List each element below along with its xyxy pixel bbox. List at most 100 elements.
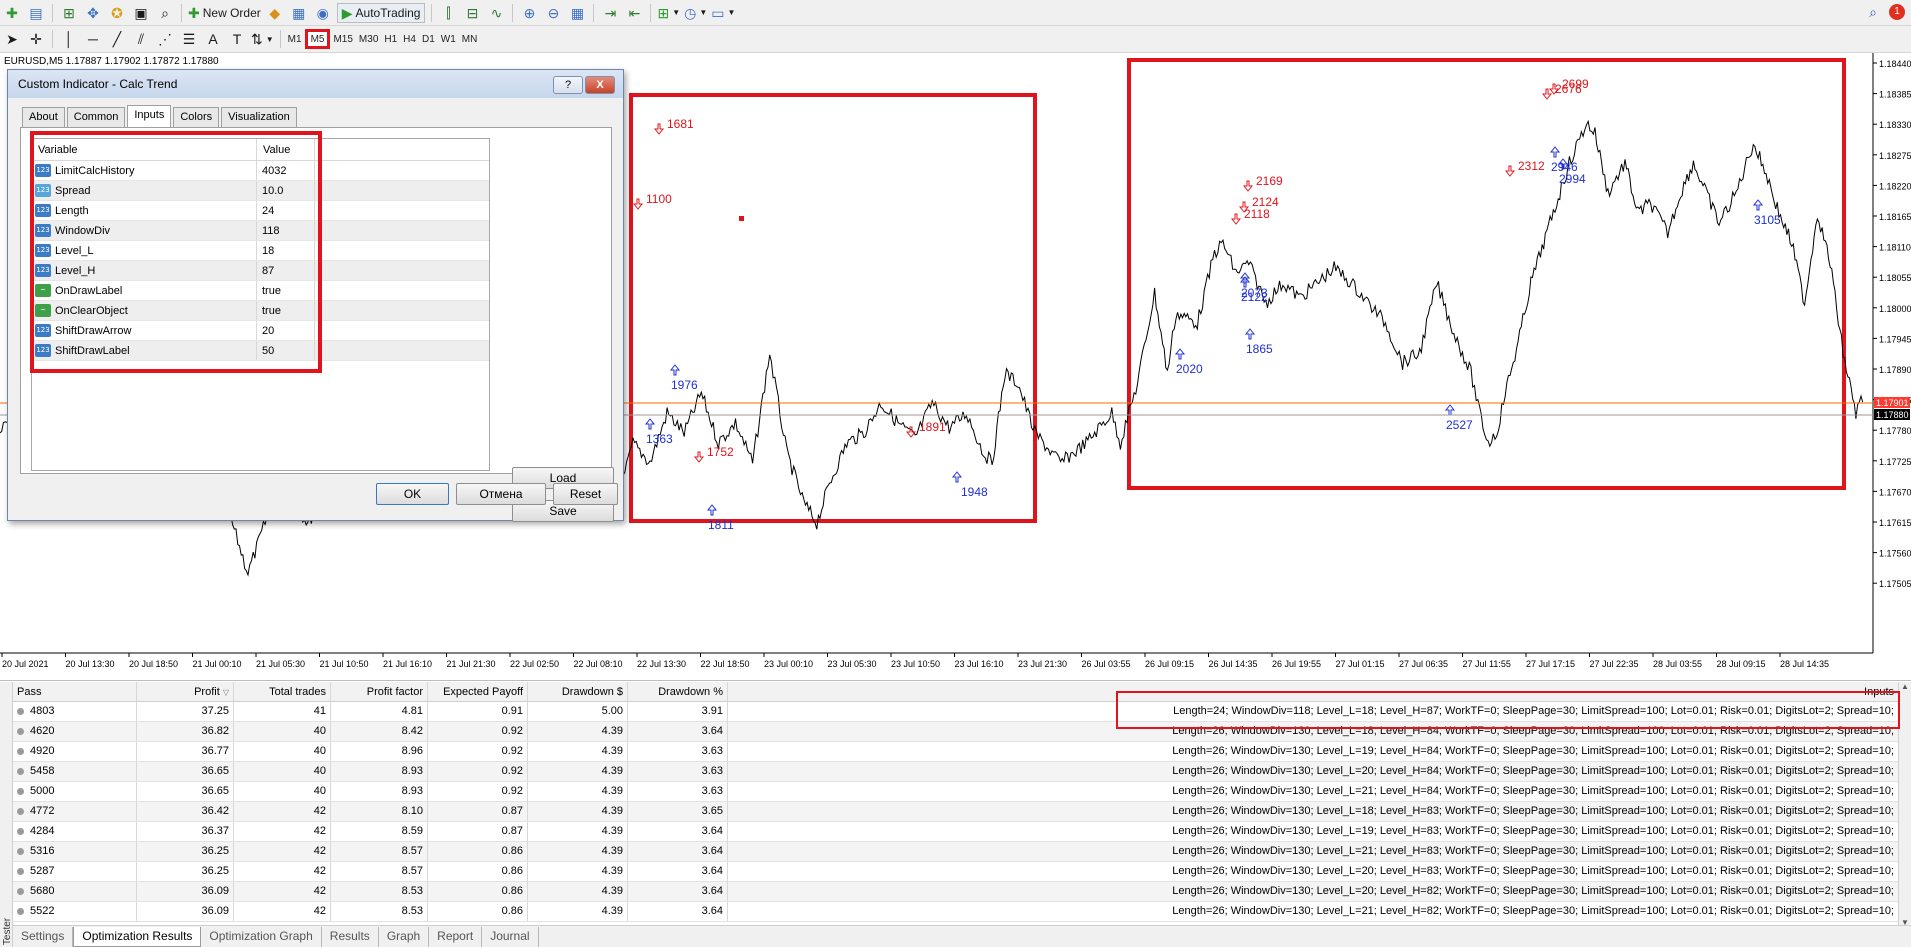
data-window-button[interactable]: ✥ [83, 3, 103, 23]
trades-column-header[interactable]: Total trades [234, 682, 331, 701]
parameter-row[interactable]: ~ OnClearObject true [32, 301, 489, 321]
timeframe-h1[interactable]: H1 [381, 29, 400, 49]
table-row[interactable]: 5000 36.65 40 8.93 0.92 4.39 3.63 Length=26; Wi… [13, 782, 1898, 802]
arrows-tool[interactable]: ⇅ ▼ [251, 29, 274, 49]
parameter-row[interactable]: 123 LimitCalcHistory 4032 [32, 161, 489, 181]
expected-payoff-column-header[interactable]: Expected Payoff [428, 682, 528, 701]
wallet-button[interactable]: ▦ [289, 3, 309, 23]
tab-colors[interactable]: Colors [173, 107, 220, 127]
parameter-row[interactable]: 123 ShiftDrawArrow 20 [32, 321, 489, 341]
tile-windows-button[interactable]: ▦ [567, 3, 587, 23]
results-scrollbar[interactable]: ▲ ▼ [1898, 682, 1911, 927]
candlestick-button[interactable]: ⊟ [462, 3, 482, 23]
metaeditor-button[interactable]: ◆ [265, 3, 285, 23]
parameter-value[interactable]: 118 [257, 221, 315, 240]
parameter-value[interactable]: 4032 [257, 161, 315, 180]
parameter-value[interactable]: 18 [257, 241, 315, 260]
timeframe-h4[interactable]: H4 [400, 29, 419, 49]
variable-column-header[interactable]: Variable [32, 139, 257, 160]
table-row[interactable]: 5458 36.65 40 8.93 0.92 4.39 3.63 Length=26; Wi… [13, 762, 1898, 782]
autoscroll-button[interactable]: ⇤ [624, 3, 644, 23]
table-row[interactable]: 4284 36.37 42 8.59 0.87 4.39 3.64 Length=26; Wi… [13, 822, 1898, 842]
timeframe-d1[interactable]: D1 [419, 29, 438, 49]
tab-graph[interactable]: Graph [379, 927, 430, 947]
crosshair-tool[interactable]: ✛ [26, 29, 46, 49]
pass-column-header[interactable]: Pass [13, 682, 137, 701]
tab-common[interactable]: Common [66, 107, 126, 127]
parameter-value[interactable]: true [257, 301, 315, 320]
tab-visualization[interactable]: Visualization [221, 107, 297, 127]
bar-chart-button[interactable]: ⫿ [438, 3, 458, 23]
help-button[interactable]: ? [553, 76, 583, 94]
parameter-value[interactable]: 20 [257, 321, 315, 340]
table-row[interactable]: 5680 36.09 42 8.53 0.86 4.39 3.64 Length=26; Wi… [13, 882, 1898, 902]
trendline-tool[interactable]: ╱ [107, 29, 127, 49]
scroll-up-icon[interactable]: ▲ [1899, 682, 1911, 691]
drawdown-percent-column-header[interactable]: Drawdown % [628, 682, 728, 701]
value-column-header[interactable]: Value [257, 139, 315, 160]
table-row[interactable]: 5287 36.25 42 8.57 0.86 4.39 3.64 Length=26; Wi… [13, 862, 1898, 882]
signals-button[interactable]: ◉ [313, 3, 333, 23]
timeframe-m5[interactable]: M5 [304, 29, 331, 49]
search-icon[interactable]: ⌕ [1869, 4, 1877, 21]
parameter-row[interactable]: 123 Length 24 [32, 201, 489, 221]
tab-report[interactable]: Report [429, 927, 483, 947]
channel-tool[interactable]: ⫽ [131, 29, 151, 49]
timeframe-m30[interactable]: M30 [356, 29, 381, 49]
reset-button[interactable]: Reset [553, 483, 618, 505]
parameter-value[interactable]: true [257, 281, 315, 300]
parameter-row[interactable]: 123 WindowDiv 118 [32, 221, 489, 241]
new-chart-button[interactable]: ✚ [2, 3, 22, 23]
tab-settings[interactable]: Settings [13, 927, 74, 947]
parameter-value[interactable]: 87 [257, 261, 315, 280]
table-row[interactable]: 4772 36.42 42 8.10 0.87 4.39 3.65 Length=26; Wi… [13, 802, 1898, 822]
tab-journal[interactable]: Journal [482, 927, 539, 947]
indicators-button[interactable]: ⊞ ▼ [657, 3, 680, 23]
tab-optimization-graph[interactable]: Optimization Graph [201, 927, 322, 947]
new-order-button[interactable]: ✚ New Order [188, 3, 261, 23]
timeframe-mn[interactable]: MN [459, 29, 481, 49]
line-chart-button[interactable]: ∿ [486, 3, 506, 23]
parameter-value[interactable]: 24 [257, 201, 315, 220]
dialog-titlebar[interactable]: Custom Indicator - Calc Trend ? X [8, 70, 623, 98]
drawdown-money-column-header[interactable]: Drawdown $ [528, 682, 628, 701]
table-row[interactable]: 5522 36.09 42 8.53 0.86 4.39 3.64 Length=26; Wi… [13, 902, 1898, 922]
text-label-tool[interactable]: T [227, 29, 247, 49]
tester-side-handle[interactable]: Tester [0, 682, 13, 947]
parameter-value[interactable]: 50 [257, 341, 315, 360]
zoom-in-button[interactable]: ⊕ [519, 3, 539, 23]
parameter-row[interactable]: 123 Spread 10.0 [32, 181, 489, 201]
parameter-row[interactable]: ~ OnDrawLabel true [32, 281, 489, 301]
parameter-row[interactable]: 123 Level_H 87 [32, 261, 489, 281]
terminal-button[interactable]: ▣ [131, 3, 151, 23]
close-button[interactable]: X [585, 76, 615, 94]
market-watch-button[interactable]: ⊞ [59, 3, 79, 23]
tab-optimization-results[interactable]: Optimization Results [73, 927, 202, 947]
parameter-value[interactable]: 10.0 [257, 181, 315, 200]
auto-trading-button[interactable]: ▶ AutoTrading [336, 2, 426, 23]
notification-badge[interactable]: 1 [1889, 4, 1905, 20]
profit-factor-column-header[interactable]: Profit factor [331, 682, 428, 701]
cursor-tool[interactable]: ➤ [2, 29, 22, 49]
table-row[interactable]: 4920 36.77 40 8.96 0.92 4.39 3.63 Length=26; Wi… [13, 742, 1898, 762]
timeframe-m15[interactable]: M15 [330, 29, 355, 49]
inputs-column-header[interactable]: Inputs [728, 682, 1898, 701]
templates-button[interactable]: ▭ ▼ [711, 3, 735, 23]
table-row[interactable]: 4803 37.25 41 4.81 0.91 5.00 3.91 Length=24; Wi… [13, 702, 1898, 722]
navigator-button[interactable]: ✪ [107, 3, 127, 23]
tab-inputs[interactable]: Inputs [127, 105, 172, 127]
ok-button[interactable]: OK [376, 483, 449, 505]
profit-column-header[interactable]: Profit ▽ [137, 682, 234, 701]
horizontal-line-tool[interactable]: ─ [83, 29, 103, 49]
timeframe-w1[interactable]: W1 [438, 29, 459, 49]
profiles-button[interactable]: ▤ [26, 3, 46, 23]
chart-shift-button[interactable]: ⇥ [600, 3, 620, 23]
vertical-line-tool[interactable]: │ [59, 29, 79, 49]
tab-about[interactable]: About [22, 107, 65, 127]
cancel-button[interactable]: Отмена [456, 483, 546, 505]
parameter-row[interactable]: 123 Level_L 18 [32, 241, 489, 261]
fibo-tool[interactable]: ☰ [179, 29, 199, 49]
tab-results[interactable]: Results [322, 927, 379, 947]
parameter-row[interactable]: 123 ShiftDrawLabel 50 [32, 341, 489, 361]
strategy-tester-button[interactable]: ⌕ [155, 3, 175, 23]
